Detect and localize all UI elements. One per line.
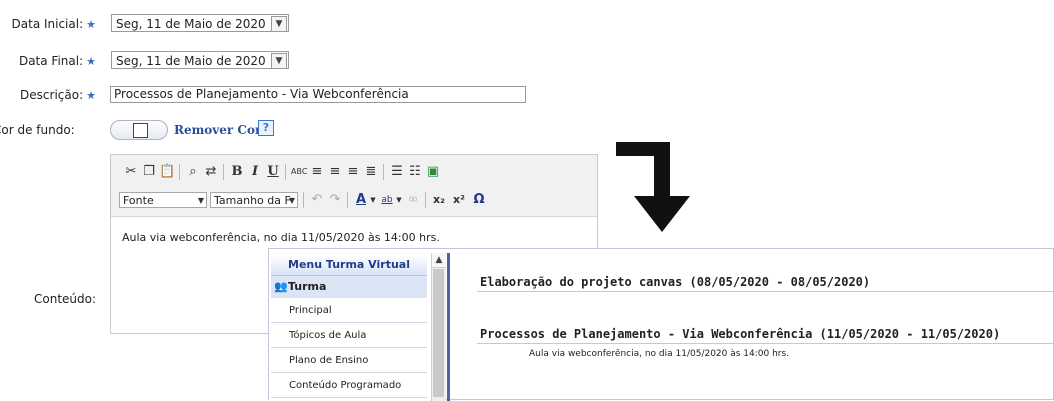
menu-turma-virtual: Menu Turma Virtual 👥Turma Principal Tópi… — [269, 253, 431, 401]
font-size-select[interactable]: Tamanho da F ▼ — [210, 192, 298, 208]
text-color-icon[interactable]: A — [353, 192, 369, 208]
chevron-down-icon: ▼ — [288, 196, 295, 205]
remover-cor-link[interactable]: Remover Cor — [174, 123, 261, 137]
cut-icon[interactable]: ✂ — [123, 164, 139, 180]
bullet-list-icon[interactable]: ☰ — [389, 164, 405, 180]
chevron-down-icon[interactable]: ▼ — [271, 16, 287, 32]
topic-divider — [477, 291, 1054, 292]
data-inicial-label: Data Inicial: ★ — [11, 17, 96, 31]
scrollbar-thumb[interactable] — [433, 269, 444, 397]
toolbar-separator — [303, 192, 304, 208]
topic-description: Aula via webconferência, no dia 11/05/20… — [529, 349, 790, 359]
scroll-up-icon[interactable]: ▲ — [432, 253, 446, 268]
chevron-down-icon[interactable]: ▼ — [395, 192, 403, 208]
subscript-icon[interactable]: x₂ — [431, 192, 447, 208]
menu-section-turma[interactable]: 👥Turma — [271, 276, 427, 298]
replace-icon[interactable]: ⇄ — [203, 164, 219, 180]
align-left-icon[interactable]: ≡ — [309, 164, 325, 180]
redo-icon[interactable]: ↷ — [327, 192, 343, 208]
omega-icon[interactable]: Ω — [471, 192, 487, 208]
data-final-label: Data Final: ★ — [18, 54, 96, 68]
color-picker-button[interactable] — [110, 120, 168, 140]
spellcheck-icon[interactable]: ABC — [291, 164, 307, 180]
font-select[interactable]: Fonte ▼ — [119, 192, 207, 208]
required-star-icon: ★ — [86, 18, 96, 31]
topics-list: Elaboração do projeto canvas (08/05/2020… — [451, 253, 1054, 399]
find-icon[interactable]: ⌕ — [185, 164, 201, 180]
required-star-icon: ★ — [86, 89, 96, 102]
toolbar-separator — [223, 164, 224, 180]
help-icon[interactable]: ? — [258, 120, 274, 136]
toolbar-separator — [383, 164, 384, 180]
toolbar-separator — [347, 192, 348, 208]
editor-content[interactable]: Aula via webconferência, no dia 11/05/20… — [122, 231, 440, 244]
menu-title: Menu Turma Virtual — [271, 255, 427, 276]
toolbar-separator — [425, 192, 426, 208]
italic-icon[interactable]: I — [247, 164, 263, 180]
paste-icon[interactable]: 📋 — [159, 164, 175, 180]
turma-virtual-panel: Menu Turma Virtual 👥Turma Principal Tópi… — [268, 248, 1054, 401]
menu-item-principal[interactable]: Principal — [271, 299, 427, 323]
conteudo-label: Conteúdo: — [34, 292, 97, 306]
data-inicial-select[interactable]: Seg, 11 de Maio de 2020 ▼ — [111, 14, 289, 32]
descricao-label: Descrição: ★ — [20, 88, 96, 102]
chevron-down-icon[interactable]: ▼ — [271, 53, 287, 69]
descricao-input[interactable]: Processos de Planejamento - Via Webconfe… — [110, 86, 526, 103]
chevron-down-icon[interactable]: ▼ — [369, 192, 377, 208]
menu-scrollbar[interactable]: ▲ — [431, 253, 446, 401]
align-center-icon[interactable]: ≡ — [327, 164, 343, 180]
topic-title[interactable]: Elaboração do projeto canvas (08/05/2020… — [480, 275, 870, 289]
arrow-down-right-icon — [616, 142, 690, 232]
topic-divider — [477, 343, 1054, 344]
highlight-icon[interactable]: ab — [379, 192, 395, 208]
data-final-select[interactable]: Seg, 11 de Maio de 2020 ▼ — [111, 51, 289, 69]
undo-icon[interactable]: ↶ — [309, 192, 325, 208]
align-justify-icon[interactable]: ≣ — [363, 164, 379, 180]
menu-item-conteudo-programado[interactable]: Conteúdo Programado — [271, 374, 427, 398]
cor-de-fundo-label: Cor de fundo: — [0, 123, 75, 137]
toolbar-separator — [179, 164, 180, 180]
link-icon[interactable]: ∞ — [405, 192, 421, 208]
toolbar-separator — [285, 164, 286, 180]
menu-item-topicos-de-aula[interactable]: Tópicos de Aula — [271, 324, 427, 348]
editor-toolbar: ✂ ❐ 📋 ⌕ ⇄ B I U ABC ≡ ≡ ≡ ≣ ☰ ☷ ▣ Fonte ▼… — [111, 155, 597, 217]
required-star-icon: ★ — [86, 55, 96, 68]
superscript-icon[interactable]: x² — [451, 192, 467, 208]
color-swatch — [133, 123, 148, 138]
menu-item-plano-de-ensino[interactable]: Plano de Ensino — [271, 349, 427, 373]
chevron-down-icon: ▼ — [197, 196, 204, 205]
image-icon[interactable]: ▣ — [425, 164, 441, 180]
copy-icon[interactable]: ❐ — [141, 164, 157, 180]
numbered-list-icon[interactable]: ☷ — [407, 164, 423, 180]
topic-title[interactable]: Processos de Planejamento - Via Webconfe… — [480, 327, 1000, 341]
people-icon: 👥 — [274, 280, 288, 293]
align-right-icon[interactable]: ≡ — [345, 164, 361, 180]
panel-divider — [447, 253, 450, 401]
underline-icon[interactable]: U — [265, 164, 281, 180]
bold-icon[interactable]: B — [229, 164, 245, 180]
